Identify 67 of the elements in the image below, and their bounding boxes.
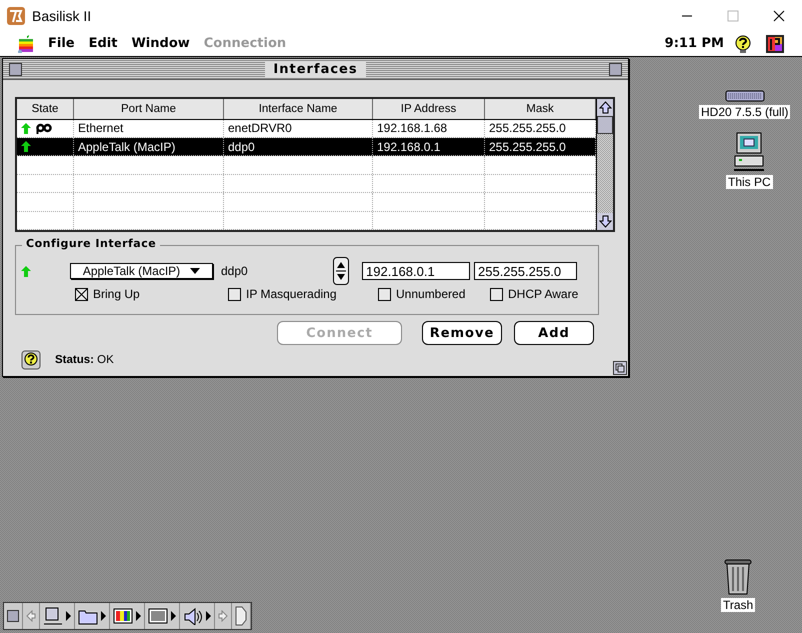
checker-monitor-icon[interactable] [148,607,168,625]
menu-item[interactable]: Edit [88,36,118,51]
checkbox[interactable] [378,288,391,300]
menu-triangle-icon[interactable] [206,611,211,621]
menu-item[interactable]: Window [131,36,190,51]
ip-address-field[interactable]: 192.168.0.1 [362,262,470,280]
menu-triangle-icon[interactable] [136,611,141,621]
checkbox-option[interactable]: IP Masquerading [228,287,378,301]
close-box[interactable] [9,62,22,76]
status-text: Status: OK [55,354,114,366]
apple-icon[interactable] [18,34,34,52]
close-icon[interactable] [773,10,785,22]
speaker-icon[interactable] [183,607,203,625]
ip-icon[interactable] [766,34,784,52]
table-cell: 192.168.0.1 [373,138,485,156]
stepper-arrows-icon [336,260,346,282]
trash-icon[interactable] [723,557,754,595]
table-row[interactable]: AppleTalk (MacIP) ddp0 192.168.0.1 255.255.255.0 [17,138,596,156]
strip-tab-icon[interactable] [235,606,247,626]
help-icon[interactable] [21,350,41,370]
strip-box-icon[interactable] [7,610,19,622]
dropdown-caret-icon [190,268,200,274]
checkbox-option[interactable]: Bring Up [75,287,228,301]
table-cell: AppleTalk (MacIP) [74,138,224,156]
table-cell: 192.168.1.68 [373,120,485,138]
dialog-button[interactable]: Remove [422,321,502,345]
checkbox-option[interactable]: DHCP Aware [490,287,578,301]
monitor-colors-icon[interactable] [113,607,133,625]
menu-triangle-icon[interactable] [66,611,71,621]
icon-label[interactable]: HD20 7.5.5 (full) [699,105,790,119]
dialog-title: Interfaces [265,62,366,76]
stepper-control[interactable] [333,257,349,285]
dialog-button[interactable]: Add [514,321,594,345]
right-arrow-icon[interactable] [218,610,228,622]
scrollbar[interactable] [596,99,613,230]
checkbox-option[interactable]: Unnumbered [378,287,490,301]
menu-item[interactable]: File [48,36,75,51]
window-title: Basilisk II [32,8,92,24]
column-header[interactable]: State [17,99,74,119]
icon-label[interactable]: This PC [726,175,773,189]
computer-icon[interactable] [733,132,766,172]
mask-field[interactable]: 255.255.255.0 [474,262,577,280]
checkbox[interactable] [490,288,503,300]
icon-label[interactable]: Trash [721,598,756,612]
column-header[interactable]: Port Name [74,99,224,119]
menu-clock[interactable]: 9:11 PM [664,36,724,51]
table-cell: enetDRVR0 [224,120,373,138]
column-header[interactable]: IP Address [373,99,485,119]
checkbox[interactable] [75,288,88,300]
menu-triangle-icon[interactable] [101,611,106,621]
scroll-thumb[interactable] [597,116,613,134]
scroll-up-icon[interactable] [598,101,612,114]
column-header[interactable]: Interface Name [224,99,373,119]
resize-handle-icon[interactable] [613,361,627,375]
help-icon[interactable] [734,34,752,52]
checkbox[interactable] [228,288,241,300]
group-title: Configure Interface [22,237,160,250]
left-arrow-icon[interactable] [26,610,36,622]
scroll-down-icon[interactable] [598,215,612,228]
table-cell: ddp0 [224,138,373,156]
zoom-box[interactable] [609,62,622,76]
port-dropdown[interactable]: AppleTalk (MacIP) [70,263,213,279]
computer-icon[interactable] [43,607,63,625]
interface-name: ddp0 [221,264,249,278]
app-logo-icon [6,6,26,26]
table-cell: Ethernet [74,120,224,138]
menu-triangle-icon[interactable] [171,611,176,621]
